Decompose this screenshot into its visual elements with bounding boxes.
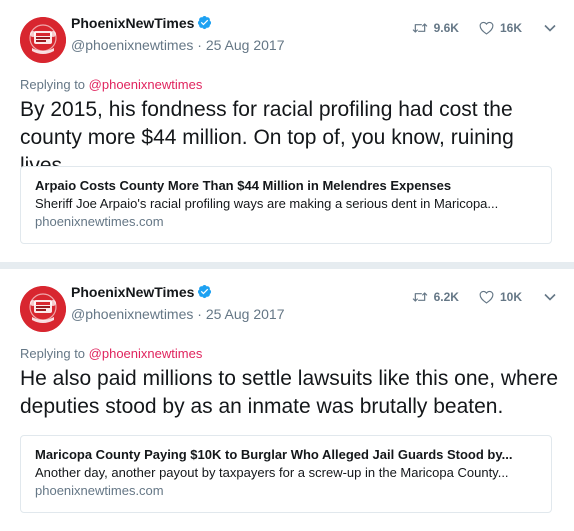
replying-to: Replying to @phoenixnewtimes: [20, 77, 202, 92]
more-options-button[interactable]: [544, 24, 556, 32]
author-name[interactable]: PhoenixNewTimes: [71, 15, 212, 33]
chevron-down-icon: [544, 24, 556, 32]
retweet-count: 6.2K: [433, 290, 459, 304]
retweet-button[interactable]: 6.2K: [412, 290, 459, 304]
reply-mention-link[interactable]: @phoenixnewtimes: [89, 77, 203, 92]
replying-to: Replying to @phoenixnewtimes: [20, 346, 202, 361]
author-name-label[interactable]: PhoenixNewTimes: [71, 15, 194, 31]
tweet[interactable]: PhoenixNewTimes @phoenixnewtimes · 25 Au…: [0, 0, 574, 262]
card-description: Sheriff Joe Arpaio's racial profiling wa…: [35, 196, 499, 211]
chevron-down-icon: [544, 293, 556, 301]
retweet-button[interactable]: 9.6K: [412, 21, 459, 35]
verified-badge-icon: [197, 284, 212, 302]
card-title: Arpaio Costs County More Than $44 Millio…: [35, 178, 452, 193]
tweet-stats: 9.6K 16K: [412, 20, 556, 36]
reply-mention-link[interactable]: @phoenixnewtimes: [89, 346, 203, 361]
replying-to-label: Replying to: [20, 346, 86, 361]
more-options-button[interactable]: [544, 293, 556, 301]
author-name[interactable]: PhoenixNewTimes: [71, 284, 212, 302]
card-title: Maricopa County Paying $10K to Burglar W…: [35, 447, 513, 462]
handle[interactable]: @phoenixnewtimes: [71, 306, 193, 322]
verified-badge-icon: [197, 15, 212, 33]
handle-and-date: @phoenixnewtimes · 25 Aug 2017: [71, 306, 285, 322]
like-button[interactable]: 10K: [479, 290, 522, 304]
card-domain: phoenixnewtimes.com: [35, 214, 164, 229]
card-domain: phoenixnewtimes.com: [35, 483, 164, 498]
timestamp[interactable]: 25 Aug 2017: [206, 306, 285, 322]
heart-icon: [479, 290, 494, 304]
handle[interactable]: @phoenixnewtimes: [71, 37, 193, 53]
tweet-text: He also paid millions to settle lawsuits…: [20, 367, 559, 418]
replying-to-label: Replying to: [20, 77, 86, 92]
tweet-stats: 6.2K 10K: [412, 289, 556, 305]
retweet-count: 9.6K: [433, 21, 459, 35]
link-card[interactable]: Maricopa County Paying $10K to Burglar W…: [20, 435, 552, 513]
heart-icon: [479, 21, 494, 35]
retweet-icon: [412, 23, 427, 33]
avatar[interactable]: [20, 286, 66, 332]
handle-and-date: @phoenixnewtimes · 25 Aug 2017: [71, 37, 285, 53]
like-count: 16K: [499, 21, 522, 35]
retweet-icon: [412, 292, 427, 302]
like-count: 10K: [499, 290, 522, 304]
card-description: Another day, another payout by taxpayers…: [35, 465, 509, 480]
link-card[interactable]: Arpaio Costs County More Than $44 Millio…: [20, 166, 552, 244]
author-name-label[interactable]: PhoenixNewTimes: [71, 284, 194, 300]
avatar[interactable]: [20, 17, 66, 63]
like-button[interactable]: 16K: [479, 21, 522, 35]
timestamp[interactable]: 25 Aug 2017: [206, 37, 285, 53]
tweet[interactable]: PhoenixNewTimes @phoenixnewtimes · 25 Au…: [0, 269, 574, 531]
